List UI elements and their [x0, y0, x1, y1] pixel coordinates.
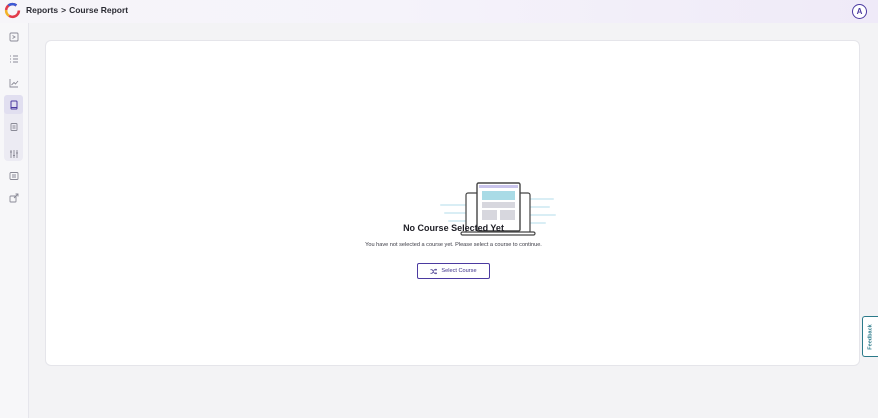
feedback-label: Feedback: [867, 323, 874, 350]
breadcrumb-reports[interactable]: Reports: [26, 5, 58, 15]
sidebar-item-course-report[interactable]: [4, 95, 23, 114]
select-course-button[interactable]: Select Course: [417, 263, 490, 279]
sidebar-item-analytics[interactable]: [4, 73, 23, 92]
sidebar-item-forms[interactable]: [4, 27, 23, 46]
export-icon: [9, 193, 18, 202]
feedback-tab[interactable]: Feedback: [862, 316, 878, 357]
document-icon: [10, 122, 17, 131]
sliders-icon: [9, 149, 18, 158]
user-avatar[interactable]: A: [852, 4, 867, 19]
empty-state-title: No Course Selected Yet: [403, 223, 504, 233]
sidebar-item-export[interactable]: [4, 188, 23, 207]
list-icon: [9, 55, 18, 62]
select-course-button-label: Select Course: [441, 268, 477, 274]
empty-state-card: No Course Selected Yet You have not sele…: [45, 40, 860, 366]
form-icon: [9, 32, 18, 41]
sidebar-item-documents[interactable]: [4, 117, 23, 136]
sidebar-item-settings[interactable]: [4, 144, 23, 163]
shuffle-icon: [430, 268, 438, 274]
chart-icon: [9, 78, 18, 87]
app-logo-icon[interactable]: [4, 2, 21, 19]
sidebar-item-id-cards[interactable]: [4, 166, 23, 185]
breadcrumb: Reports > Course Report: [26, 5, 128, 15]
breadcrumb-course-report: Course Report: [69, 5, 129, 15]
sidebar: [0, 23, 29, 418]
book-icon: [10, 100, 17, 109]
id-card-icon: [9, 171, 18, 180]
breadcrumb-separator: >: [61, 5, 67, 15]
sidebar-item-list[interactable]: [4, 49, 23, 68]
empty-state-description: You have not selected a course yet. Plea…: [365, 242, 542, 248]
top-bar: Reports > Course Report A: [0, 0, 878, 23]
